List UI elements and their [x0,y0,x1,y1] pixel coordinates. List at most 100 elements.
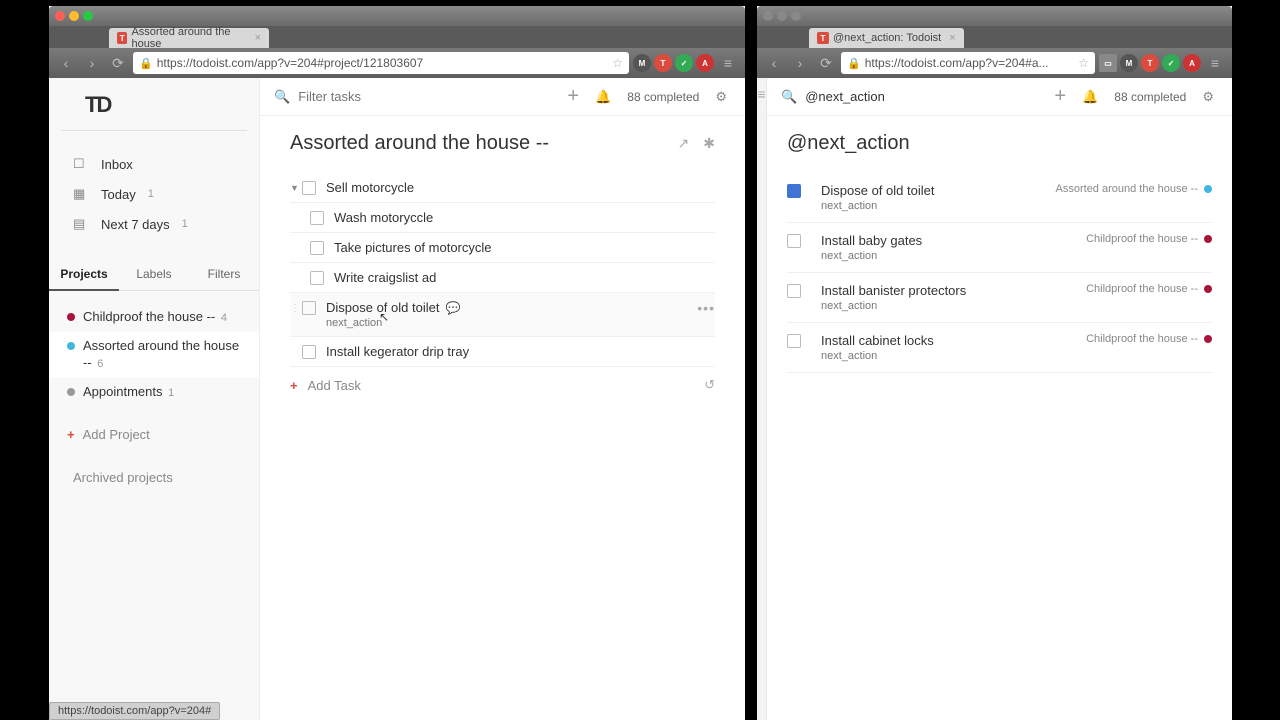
nav-today[interactable]: ▦Today1 [49,179,259,209]
menu-icon[interactable]: ≡ [1204,53,1226,73]
lock-icon: 🔒 [847,57,861,70]
search-input[interactable] [805,89,1042,104]
logo[interactable]: TD [61,86,247,131]
minimize-window-icon[interactable] [69,11,79,21]
project-item[interactable]: Childproof the house -- 4 [49,303,259,332]
task-checkbox[interactable] [310,241,324,255]
reload-icon[interactable]: ⟳ [107,53,129,73]
task-more-icon[interactable]: ••• [697,300,715,316]
back-icon[interactable]: ‹ [763,53,785,73]
nav-inbox[interactable]: ☐Inbox [49,149,259,179]
inbox-icon: ☐ [73,156,91,172]
task-label-link[interactable]: next_action [326,317,382,329]
task-row[interactable]: ⋮ Dispose of old toilet💬 next_action ••• [290,293,715,337]
minimize-window-icon[interactable] [777,11,787,21]
calendar-week-icon: ▤ [73,216,91,232]
task-label-link[interactable]: next_action [821,300,877,312]
task-project-link[interactable]: Assorted around the house -- [1056,183,1198,195]
task-checkbox[interactable] [787,234,801,248]
gear-icon[interactable]: ⚙ [1198,89,1218,105]
tab-filters[interactable]: Filters [189,259,259,290]
task-row[interactable]: Wash motoryccle [290,203,715,233]
ext-todoist-icon[interactable]: T [654,54,672,72]
completed-count[interactable]: 88 completed [1110,90,1190,104]
drag-handle-icon[interactable]: ⋮ [290,303,300,314]
task-row[interactable]: Install kegerator drip tray [290,337,715,367]
task-checkbox[interactable] [787,284,801,298]
task-checkbox[interactable] [787,184,801,198]
maximize-window-icon[interactable] [83,11,93,21]
add-task-button[interactable]: + Add Task ↺ [290,367,715,403]
forward-icon[interactable]: › [789,53,811,73]
task-checkbox[interactable] [302,181,316,195]
url-field[interactable]: 🔒 https://todoist.com/app?v=204#a... ☆ [841,52,1095,74]
task-label-link[interactable]: next_action [821,350,877,362]
task-row[interactable]: Take pictures of motorcycle [290,233,715,263]
project-menu-icon[interactable]: ✱ [703,135,715,152]
task-project-link[interactable]: Childproof the house -- [1086,233,1198,245]
collapse-icon[interactable]: ▼ [290,183,300,193]
archived-projects-link[interactable]: Archived projects [49,450,259,505]
filter-input[interactable] [298,89,555,104]
task-project-link[interactable]: Childproof the house -- [1086,283,1198,295]
notifications-icon[interactable]: 🔔 [591,89,615,105]
gear-icon[interactable]: ⚙ [711,89,731,105]
task-row[interactable]: Dispose of old toiletnext_action Assorte… [787,173,1212,223]
task-label-link[interactable]: next_action [821,200,877,212]
task-project-link[interactable]: Childproof the house -- [1086,333,1198,345]
browser-tab[interactable]: T @next_action: Todoist × [809,28,964,48]
ext-abp-icon[interactable]: A [696,54,714,72]
tab-labels[interactable]: Labels [119,259,189,290]
task-checkbox[interactable] [302,301,316,315]
close-window-icon[interactable] [55,11,65,21]
collapsed-sidebar[interactable]: ≡ [757,78,767,720]
close-tab-icon[interactable]: × [255,32,261,44]
ext-icon[interactable]: ✓ [675,54,693,72]
close-tab-icon[interactable]: × [949,32,955,44]
task-row[interactable]: ▼ Sell motorcycle [290,173,715,203]
task-checkbox[interactable] [310,271,324,285]
browser-tab[interactable]: T Assorted around the house × [109,28,269,48]
tab-projects[interactable]: Projects [49,259,119,291]
maximize-window-icon[interactable] [791,11,801,21]
task-row[interactable]: Write craigslist ad [290,263,715,293]
completed-count[interactable]: 88 completed [623,90,703,104]
project-item[interactable]: Appointments 1 [49,378,259,407]
sidebar: TD ☐Inbox ▦Today1 ▤Next 7 days1 Projects… [49,78,260,720]
reload-icon[interactable]: ⟳ [815,53,837,73]
back-icon[interactable]: ‹ [55,53,77,73]
task-label-link[interactable]: next_action [821,250,877,262]
add-project-button[interactable]: +Add Project [49,419,259,450]
project-dot-icon [67,388,75,396]
add-task-icon[interactable]: + [563,85,583,108]
close-window-icon[interactable] [763,11,773,21]
task-row[interactable]: Install cabinet locksnext_action Childpr… [787,323,1212,373]
bookmark-star-icon[interactable]: ☆ [612,56,623,70]
task-row[interactable]: Install baby gatesnext_action Childproof… [787,223,1212,273]
add-task-icon[interactable]: + [1050,85,1070,108]
project-item[interactable]: Assorted around the house -- 6 [49,332,259,378]
ext-icon[interactable]: ✓ [1162,54,1180,72]
ext-icon[interactable]: ▭ [1099,54,1117,72]
label-header: @next_action [787,132,1212,155]
tab-title: Assorted around the house [131,26,246,50]
project-dot-icon [67,313,75,321]
url-field[interactable]: 🔒 https://todoist.com/app?v=204#project/… [133,52,629,74]
task-checkbox[interactable] [787,334,801,348]
comment-icon[interactable]: 💬 [445,301,460,315]
ext-icon[interactable]: M [1120,54,1138,72]
bookmark-star-icon[interactable]: ☆ [1078,56,1089,70]
task-row[interactable]: Install banister protectorsnext_action C… [787,273,1212,323]
status-bar-text: https://todoist.com/app?v=204# [49,702,220,720]
forward-icon[interactable]: › [81,53,103,73]
history-icon[interactable]: ↺ [704,377,715,393]
nav-next7[interactable]: ▤Next 7 days1 [49,209,259,239]
share-icon[interactable]: ↗ [678,135,690,152]
ext-icon[interactable]: M [633,54,651,72]
notifications-icon[interactable]: 🔔 [1078,89,1102,105]
ext-todoist-icon[interactable]: T [1141,54,1159,72]
menu-icon[interactable]: ≡ [717,53,739,73]
task-checkbox[interactable] [310,211,324,225]
ext-abp-icon[interactable]: A [1183,54,1201,72]
task-checkbox[interactable] [302,345,316,359]
